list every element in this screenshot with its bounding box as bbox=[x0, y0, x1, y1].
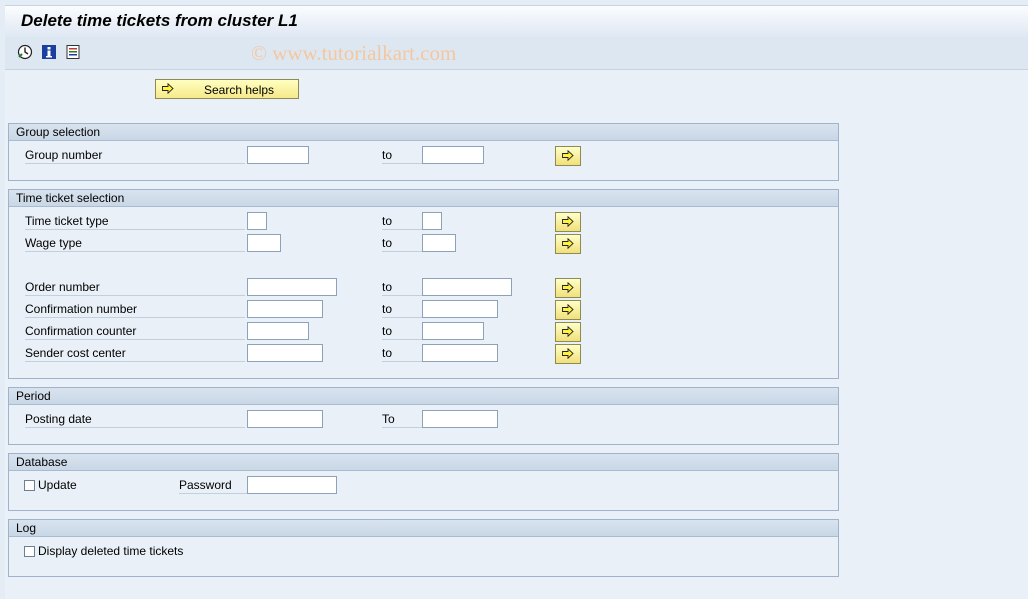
wage-type-multiple-selection-button[interactable] bbox=[555, 234, 581, 254]
order-number-multiple-selection-button[interactable] bbox=[555, 278, 581, 298]
password-label: Password bbox=[179, 476, 247, 494]
confirmation-number-to-label: to bbox=[382, 300, 422, 318]
arrow-right-icon bbox=[562, 282, 574, 293]
group-number-multiple-selection-button[interactable] bbox=[555, 146, 581, 166]
confirmation-number-from-input[interactable] bbox=[247, 300, 323, 318]
log-block: Log Display deleted time tickets bbox=[8, 519, 839, 577]
arrow-right-icon bbox=[162, 83, 174, 94]
page-title: Delete time tickets from cluster L1 bbox=[21, 11, 298, 30]
info-icon[interactable] bbox=[41, 44, 57, 60]
confirmation-number-label: Confirmation number bbox=[25, 300, 245, 318]
wage-type-row: Wage type to bbox=[9, 234, 840, 254]
group-selection-block: Group selection Group number to bbox=[8, 123, 839, 181]
period-header: Period bbox=[9, 388, 838, 405]
variant-list-icon[interactable] bbox=[65, 44, 81, 60]
order-number-to-input[interactable] bbox=[422, 278, 512, 296]
sender-cost-center-multiple-selection-button[interactable] bbox=[555, 344, 581, 364]
update-checkbox[interactable] bbox=[24, 480, 35, 491]
arrow-right-icon bbox=[562, 150, 574, 161]
sender-cost-center-row: Sender cost center to bbox=[9, 344, 840, 364]
sender-cost-center-to-input[interactable] bbox=[422, 344, 498, 362]
search-helps-label: Search helps bbox=[204, 83, 275, 97]
group-number-row: Group number to bbox=[9, 146, 840, 166]
group-number-from-input[interactable] bbox=[247, 146, 309, 164]
arrow-right-icon bbox=[562, 304, 574, 315]
posting-date-from-input[interactable] bbox=[247, 410, 323, 428]
display-deleted-checkbox[interactable] bbox=[24, 546, 35, 557]
confirmation-counter-label: Confirmation counter bbox=[25, 322, 245, 340]
group-number-to-input[interactable] bbox=[422, 146, 484, 164]
time-ticket-type-multiple-selection-button[interactable] bbox=[555, 212, 581, 232]
posting-date-row: Posting date To bbox=[9, 410, 840, 430]
wage-type-from-input[interactable] bbox=[247, 234, 281, 252]
group-number-label: Group number bbox=[25, 146, 245, 164]
order-number-to-label: to bbox=[382, 278, 422, 296]
order-number-row: Order number to bbox=[9, 278, 840, 298]
sender-cost-center-to-label: to bbox=[382, 344, 422, 362]
group-selection-header: Group selection bbox=[9, 124, 838, 141]
time-ticket-selection-header: Time ticket selection bbox=[9, 190, 838, 207]
time-ticket-type-to-label: to bbox=[382, 212, 422, 230]
confirmation-number-multiple-selection-button[interactable] bbox=[555, 300, 581, 320]
time-ticket-type-row: Time ticket type to bbox=[9, 212, 840, 232]
confirmation-number-to-input[interactable] bbox=[422, 300, 498, 318]
time-ticket-type-to-input[interactable] bbox=[422, 212, 442, 230]
posting-date-to-label: To bbox=[382, 410, 422, 428]
execute-clock-icon[interactable] bbox=[17, 44, 33, 60]
database-header: Database bbox=[9, 454, 838, 471]
wage-type-to-input[interactable] bbox=[422, 234, 456, 252]
password-input[interactable] bbox=[247, 476, 337, 494]
watermark: © www.tutorialkart.com bbox=[251, 41, 457, 65]
time-ticket-selection-block: Time ticket selection Time ticket type t… bbox=[8, 189, 839, 379]
application-toolbar: © www.tutorialkart.com bbox=[5, 37, 1028, 70]
confirmation-counter-to-label: to bbox=[382, 322, 422, 340]
sender-cost-center-from-input[interactable] bbox=[247, 344, 323, 362]
database-block: Database Update Password bbox=[8, 453, 839, 511]
display-deleted-label: Display deleted time tickets bbox=[38, 544, 184, 558]
confirmation-counter-from-input[interactable] bbox=[247, 322, 309, 340]
confirmation-counter-to-input[interactable] bbox=[422, 322, 484, 340]
wage-type-label: Wage type bbox=[25, 234, 245, 252]
arrow-right-icon bbox=[562, 348, 574, 359]
sender-cost-center-label: Sender cost center bbox=[25, 344, 245, 362]
time-ticket-type-label: Time ticket type bbox=[25, 212, 245, 230]
order-number-from-input[interactable] bbox=[247, 278, 337, 296]
wage-type-to-label: to bbox=[382, 234, 422, 252]
confirmation-counter-multiple-selection-button[interactable] bbox=[555, 322, 581, 342]
period-block: Period Posting date To bbox=[8, 387, 839, 445]
update-label: Update bbox=[38, 478, 77, 492]
confirmation-counter-row: Confirmation counter to bbox=[9, 322, 840, 342]
posting-date-label: Posting date bbox=[25, 410, 245, 428]
order-number-label: Order number bbox=[25, 278, 245, 296]
log-header: Log bbox=[9, 520, 838, 537]
posting-date-to-input[interactable] bbox=[422, 410, 498, 428]
search-helps-button[interactable]: Search helps bbox=[155, 79, 299, 99]
time-ticket-type-from-input[interactable] bbox=[247, 212, 267, 230]
title-bar: Delete time tickets from cluster L1 bbox=[5, 5, 1028, 37]
arrow-right-icon bbox=[562, 326, 574, 337]
arrow-right-icon bbox=[562, 238, 574, 249]
confirmation-number-row: Confirmation number to bbox=[9, 300, 840, 320]
group-number-to-label: to bbox=[382, 146, 422, 164]
arrow-right-icon bbox=[562, 216, 574, 227]
